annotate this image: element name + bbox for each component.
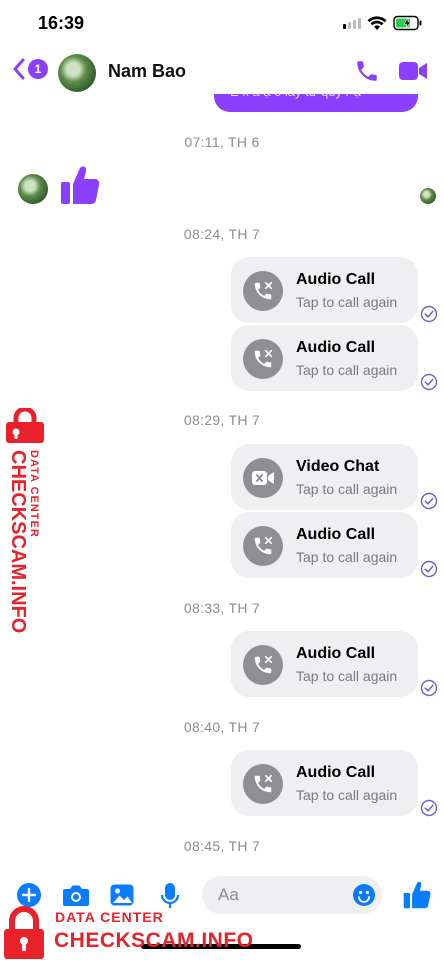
phone-icon[interactable] [354,58,380,84]
seen-check-icon [420,799,438,817]
emoji-icon[interactable] [352,883,376,907]
call-title: Audio Call [296,339,376,356]
call-message[interactable]: Audio Call Tap to call again [231,750,418,816]
watermark-site: CHECKSCAM.INFO [54,929,254,952]
call-message[interactable]: Audio Call Tap to call again [231,512,418,578]
previous-message-bubble[interactable]: E k a ạ e lấy từ quỹ r ạ [214,94,418,112]
call-message[interactable]: Audio Call Tap to call again [231,325,418,391]
call-title: Audio Call [296,645,376,662]
like-thumb-icon[interactable] [60,164,100,206]
call-title: Audio Call [296,764,376,781]
call-subtitle: Tap to call again [296,549,398,565]
call-message[interactable]: Video Chat Tap to call again [231,444,418,510]
back-button[interactable]: 1 [12,58,48,80]
call-message[interactable]: Audio Call Tap to call again [231,257,418,323]
timestamp: 08:24, TH 7 [183,226,261,242]
timestamp: 07:11, TH 6 [184,134,260,150]
watermark-label: DATA CENTER [55,909,164,925]
battery-icon [393,15,422,31]
call-title: Video Chat [296,458,380,475]
missed-call-icon [243,526,283,566]
call-title: Audio Call [296,526,376,543]
call-title: Audio Call [296,271,376,288]
status-bar: 16:39 [0,0,444,48]
signal-icon [343,18,361,29]
wifi-icon [367,16,387,30]
missed-call-icon [243,764,283,804]
watermark-bottom: DATA CENTER CHECKSCAM.INFO [0,905,300,960]
call-subtitle: Tap to call again [296,294,398,310]
call-subtitle: Tap to call again [296,787,398,803]
timestamp: 08:29, TH 7 [183,412,261,428]
status-time: 16:39 [38,13,85,33]
missed-video-icon [243,458,283,498]
missed-call-icon [243,271,283,311]
message-list[interactable]: E k a ạ e lấy từ quỹ r ạ 07:11, TH 6 08:… [0,94,444,860]
missed-call-icon [243,339,283,379]
lock-icon [4,906,44,959]
conversation-header: 1 Nam Bao [0,48,444,94]
timestamp: 08:33, TH 7 [183,600,261,616]
seen-check-icon [420,560,438,578]
call-subtitle: Tap to call again [296,362,398,378]
seen-check-icon [420,305,438,323]
missed-call-icon [243,645,283,685]
contact-avatar[interactable] [58,54,96,92]
seen-check-icon [420,679,438,697]
sender-avatar [18,174,48,204]
message-input-placeholder: Aa [218,885,239,904]
watermark-side: CHECKSCAM.INFO DATA CENTER [2,408,62,633]
call-message[interactable]: Audio Call Tap to call again [231,631,418,697]
back-chevron-icon [13,58,25,80]
timestamp: 08:45, TH 7 [183,838,261,854]
like-thumb-icon[interactable] [403,880,431,910]
call-subtitle: Tap to call again [296,668,398,684]
watermark-label: DATA CENTER [28,450,40,538]
seen-check-icon [420,492,438,510]
lock-icon [6,408,44,443]
seen-check-icon [420,373,438,391]
timestamp: 08:40, TH 7 [183,719,261,735]
seen-avatar [420,188,436,204]
contact-name[interactable]: Nam Bao [108,61,186,82]
call-subtitle: Tap to call again [296,481,398,497]
watermark-site: CHECKSCAM.INFO [7,450,29,634]
unread-badge: 1 [28,59,48,79]
video-camera-icon[interactable] [398,60,428,82]
